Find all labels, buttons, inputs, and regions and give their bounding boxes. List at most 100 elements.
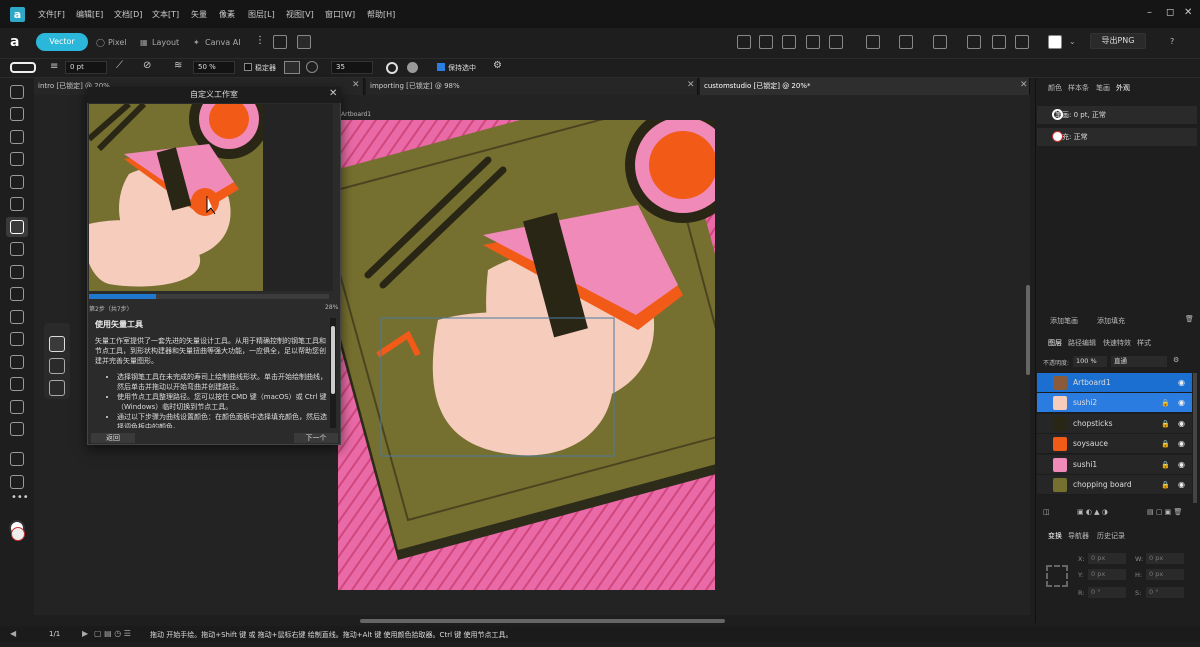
- persona-layout-button[interactable]: Layout: [152, 38, 179, 47]
- arrange-front-icon[interactable]: [737, 35, 751, 49]
- persona-vector-button[interactable]: Vector: [36, 33, 88, 51]
- lock-icon[interactable]: 🔒: [1161, 455, 1170, 475]
- persona-pixel-button[interactable]: Pixel: [108, 38, 127, 47]
- opacity-field[interactable]: 50 %: [193, 61, 235, 74]
- tab-transform[interactable]: 变换: [1048, 531, 1062, 541]
- window-mode-icon[interactable]: [306, 61, 318, 73]
- layer-row[interactable]: sushi1 🔒 ◉: [1037, 455, 1192, 475]
- arrange-forward-icon[interactable]: [759, 35, 773, 49]
- wave-icon[interactable]: ≋: [174, 60, 182, 71]
- tab-appearance[interactable]: 外观: [1116, 83, 1130, 93]
- menu-window[interactable]: 窗口[W]: [325, 9, 355, 20]
- shear-field[interactable]: 0 °: [1146, 587, 1184, 598]
- stroke-width-field[interactable]: 0 pt: [65, 61, 107, 74]
- brush-preview-icon[interactable]: [10, 62, 36, 73]
- fill-swatch-icon[interactable]: [1052, 131, 1063, 142]
- visibility-eye-icon[interactable]: ◉: [1178, 393, 1185, 413]
- more-options-icon[interactable]: ⋮: [255, 35, 265, 46]
- page-tools-icons[interactable]: ▢ ▤ ◷ ☰: [94, 629, 131, 638]
- artboard-tool-icon[interactable]: [10, 107, 24, 121]
- layer-opacity-field[interactable]: 100 %: [1073, 356, 1107, 367]
- tab-history[interactable]: 历史记录: [1097, 531, 1125, 541]
- blend-mode-select[interactable]: 直通: [1111, 356, 1167, 367]
- tab-styles[interactable]: 样式: [1137, 338, 1151, 348]
- node-icon[interactable]: [992, 35, 1006, 49]
- flyout-brush-icon[interactable]: [49, 358, 65, 374]
- transform-icon[interactable]: [967, 35, 981, 49]
- stroke-lines-icon[interactable]: ≡: [50, 61, 58, 72]
- page-prev-icon[interactable]: ◀: [10, 629, 16, 638]
- y-field[interactable]: 0 px: [1088, 569, 1126, 580]
- tab-navigator[interactable]: 导航器: [1068, 531, 1089, 541]
- grid-icon[interactable]: [297, 35, 311, 49]
- visibility-eye-icon[interactable]: ◉: [1178, 455, 1185, 475]
- visibility-eye-icon[interactable]: ◉: [1178, 475, 1185, 495]
- layer-row[interactable]: soysauce 🔒 ◉: [1037, 434, 1192, 454]
- corner-tool-icon[interactable]: [10, 152, 24, 166]
- chevron-down-icon[interactable]: ⌄: [1069, 37, 1076, 46]
- arrange-backward-icon[interactable]: [782, 35, 796, 49]
- fill-tool-icon[interactable]: [10, 265, 24, 279]
- pencil-tool-icon[interactable]: [10, 220, 24, 234]
- rotation-field[interactable]: 0 °: [1088, 587, 1126, 598]
- lock-icon[interactable]: 🔒: [1161, 434, 1170, 454]
- tab-path-edit[interactable]: 路径编辑: [1068, 338, 1096, 348]
- layer-row[interactable]: Artboard1 ◉: [1037, 373, 1192, 393]
- menu-text[interactable]: 文本[T]: [152, 9, 179, 20]
- dialog-scrollbar-thumb[interactable]: [331, 326, 335, 394]
- rope-icon[interactable]: [284, 61, 300, 74]
- vertical-scrollbar[interactable]: [1026, 285, 1030, 375]
- pen-tool-icon[interactable]: [10, 197, 24, 211]
- h-field[interactable]: 0 px: [1146, 569, 1184, 580]
- anchor-selector-icon[interactable]: [1046, 565, 1068, 587]
- arrange-back-icon[interactable]: [806, 35, 820, 49]
- lock-icon[interactable]: 🔒: [1161, 475, 1170, 495]
- layer-row[interactable]: chopsticks 🔒 ◉: [1037, 414, 1192, 434]
- circle-option-icon[interactable]: [386, 62, 398, 74]
- move-tool-icon[interactable]: [10, 85, 24, 99]
- next-button[interactable]: 下一个: [294, 433, 338, 443]
- node-tool-icon[interactable]: [10, 130, 24, 144]
- artboard[interactable]: [338, 120, 715, 590]
- flip-icon[interactable]: [899, 35, 913, 49]
- layer-row[interactable]: chopping board 🔒 ◉: [1037, 475, 1192, 495]
- export-png-button[interactable]: 导出PNG: [1090, 33, 1146, 49]
- dialog-close-icon[interactable]: ✕: [329, 88, 337, 99]
- boolean-icon[interactable]: [829, 35, 843, 49]
- layer-settings-gear-icon[interactable]: ⚙: [1173, 356, 1179, 364]
- horizontal-scrollbar[interactable]: [360, 619, 725, 623]
- settings-gear-icon[interactable]: ⚙: [493, 60, 502, 71]
- frame-text-icon[interactable]: [10, 310, 24, 324]
- group-icon[interactable]: [866, 35, 880, 49]
- tab-layers[interactable]: 图层: [1048, 338, 1062, 348]
- transparency-tool-icon[interactable]: [10, 377, 24, 391]
- tab-quick-fx[interactable]: 快速特效: [1103, 338, 1131, 348]
- add-stroke-button[interactable]: 添加笔画: [1050, 316, 1078, 326]
- add-fill-button[interactable]: 添加填充: [1097, 316, 1125, 326]
- fill-option-icon[interactable]: [407, 62, 418, 73]
- brush-icon[interactable]: ⊘: [143, 60, 151, 71]
- tab-importing-close-icon[interactable]: ✕: [687, 80, 695, 90]
- tab-customstudio[interactable]: customstudio [已锁定] @ 20%*: [700, 78, 1030, 95]
- tab-intro-close-icon[interactable]: ✕: [352, 80, 360, 90]
- lock-icon[interactable]: 🔒: [1161, 414, 1170, 434]
- shape-builder-icon[interactable]: [10, 175, 24, 189]
- snapping-icon[interactable]: [273, 35, 287, 49]
- app-logo-icon[interactable]: a: [10, 7, 25, 22]
- tab-customstudio-close-icon[interactable]: ✕: [1020, 80, 1028, 90]
- menu-pixel[interactable]: 像素: [219, 9, 235, 20]
- menu-layer[interactable]: 图层[L]: [248, 9, 275, 20]
- more-tools-icon[interactable]: •••: [11, 492, 29, 503]
- canva-logo-icon[interactable]: a: [10, 34, 26, 50]
- vector-brush-icon[interactable]: [10, 242, 24, 256]
- tab-stroke[interactable]: 笔画: [1096, 83, 1110, 93]
- menu-help[interactable]: 帮助[H]: [367, 9, 395, 20]
- visibility-eye-icon[interactable]: ◉: [1178, 373, 1185, 393]
- persona-canva-ai-button[interactable]: Canva AI: [205, 38, 241, 47]
- page-next-icon[interactable]: ▶: [82, 629, 88, 638]
- menu-document[interactable]: 文档[D]: [114, 9, 142, 20]
- layer-fx-icons[interactable]: ▣ ◐ ▲ ◑: [1077, 508, 1108, 516]
- tab-importing[interactable]: importing [已锁定] @ 98%: [366, 78, 698, 95]
- hand-tool-icon[interactable]: [10, 452, 24, 466]
- lock-icon[interactable]: 🔒: [1161, 393, 1170, 413]
